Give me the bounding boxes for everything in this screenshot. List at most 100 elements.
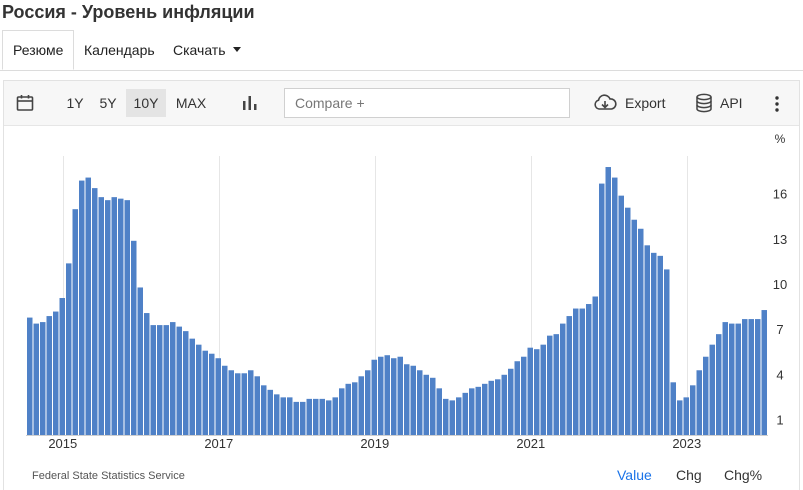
bar[interactable]: [280, 397, 287, 435]
bar[interactable]: [436, 388, 443, 435]
bar[interactable]: [111, 197, 118, 435]
bar[interactable]: [534, 349, 540, 435]
bar[interactable]: [449, 400, 456, 436]
bar[interactable]: [651, 252, 657, 435]
bar[interactable]: [579, 308, 586, 435]
bar[interactable]: [586, 304, 592, 435]
bar[interactable]: [755, 319, 761, 435]
bar[interactable]: [267, 389, 274, 435]
bar[interactable]: [358, 376, 365, 435]
bar[interactable]: [105, 200, 111, 435]
bar[interactable]: [46, 316, 53, 435]
bar[interactable]: [313, 398, 319, 435]
bar[interactable]: [150, 325, 157, 435]
bar[interactable]: [469, 388, 475, 435]
bar[interactable]: [404, 364, 410, 435]
bar[interactable]: [482, 383, 488, 435]
bar[interactable]: [722, 322, 729, 435]
bar[interactable]: [560, 323, 566, 435]
bar[interactable]: [709, 344, 716, 435]
bar[interactable]: [521, 356, 527, 435]
bar[interactable]: [696, 370, 703, 435]
bar[interactable]: [742, 319, 748, 435]
bar[interactable]: [235, 373, 241, 435]
bar[interactable]: [124, 200, 131, 435]
bar[interactable]: [72, 209, 79, 435]
bar[interactable]: [170, 322, 176, 435]
bar[interactable]: [118, 198, 124, 435]
bar[interactable]: [53, 311, 59, 435]
bar[interactable]: [735, 323, 742, 435]
bar[interactable]: [79, 180, 85, 435]
bar[interactable]: [495, 379, 501, 435]
bar[interactable]: [345, 383, 352, 435]
bar[interactable]: [410, 365, 417, 435]
bar[interactable]: [618, 195, 625, 435]
bar[interactable]: [553, 334, 560, 435]
bar[interactable]: [261, 385, 267, 435]
bar[interactable]: [514, 361, 521, 435]
bar[interactable]: [729, 323, 735, 435]
bar[interactable]: [631, 219, 638, 435]
bar[interactable]: [462, 392, 469, 435]
bar[interactable]: [430, 377, 436, 435]
bar[interactable]: [248, 370, 254, 435]
mode-value-button[interactable]: Value: [617, 467, 652, 483]
bar[interactable]: [657, 255, 664, 435]
bar[interactable]: [703, 356, 709, 435]
bar[interactable]: [566, 316, 573, 435]
bar[interactable]: [183, 331, 189, 436]
bar[interactable]: [300, 401, 306, 435]
bar[interactable]: [547, 335, 553, 435]
bar[interactable]: [664, 269, 670, 435]
bar[interactable]: [638, 228, 644, 435]
bar[interactable]: [508, 368, 514, 435]
bar[interactable]: [131, 240, 137, 435]
bar[interactable]: [683, 397, 690, 435]
bar[interactable]: [319, 398, 326, 435]
bar[interactable]: [677, 400, 683, 436]
bar[interactable]: [326, 400, 332, 436]
mode-chg-button[interactable]: Chg: [676, 467, 702, 483]
bar[interactable]: [761, 310, 768, 435]
bar[interactable]: [423, 374, 430, 435]
bar[interactable]: [365, 370, 371, 435]
bar[interactable]: [592, 296, 599, 436]
bar[interactable]: [488, 380, 495, 435]
bar[interactable]: [66, 263, 72, 435]
bar[interactable]: [85, 177, 92, 435]
bar[interactable]: [443, 398, 449, 435]
bar[interactable]: [98, 197, 105, 435]
bar[interactable]: [137, 287, 144, 435]
bar[interactable]: [625, 207, 631, 435]
bar[interactable]: [332, 397, 339, 435]
bar[interactable]: [92, 188, 98, 435]
bar[interactable]: [352, 382, 358, 435]
bar[interactable]: [690, 385, 696, 435]
bar[interactable]: [599, 183, 605, 435]
bar[interactable]: [748, 319, 755, 435]
bar[interactable]: [202, 350, 209, 435]
bar[interactable]: [501, 374, 508, 435]
bar[interactable]: [371, 359, 378, 435]
bar[interactable]: [176, 326, 183, 435]
mode-chg-percent-button[interactable]: Chg%: [724, 467, 762, 483]
bar[interactable]: [573, 308, 579, 435]
bar[interactable]: [716, 334, 722, 435]
bar[interactable]: [241, 373, 248, 435]
bar[interactable]: [378, 356, 384, 435]
bar[interactable]: [189, 338, 196, 435]
bar[interactable]: [254, 376, 261, 435]
bar[interactable]: [417, 370, 423, 435]
bar[interactable]: [163, 325, 170, 435]
bar[interactable]: [644, 245, 651, 435]
bar[interactable]: [287, 397, 293, 435]
bar[interactable]: [215, 358, 222, 435]
bar[interactable]: [144, 313, 150, 435]
bar[interactable]: [456, 397, 462, 435]
bar[interactable]: [397, 356, 404, 435]
bar[interactable]: [27, 317, 33, 435]
bar[interactable]: [157, 325, 163, 435]
bar[interactable]: [306, 398, 313, 435]
bar[interactable]: [228, 370, 235, 435]
